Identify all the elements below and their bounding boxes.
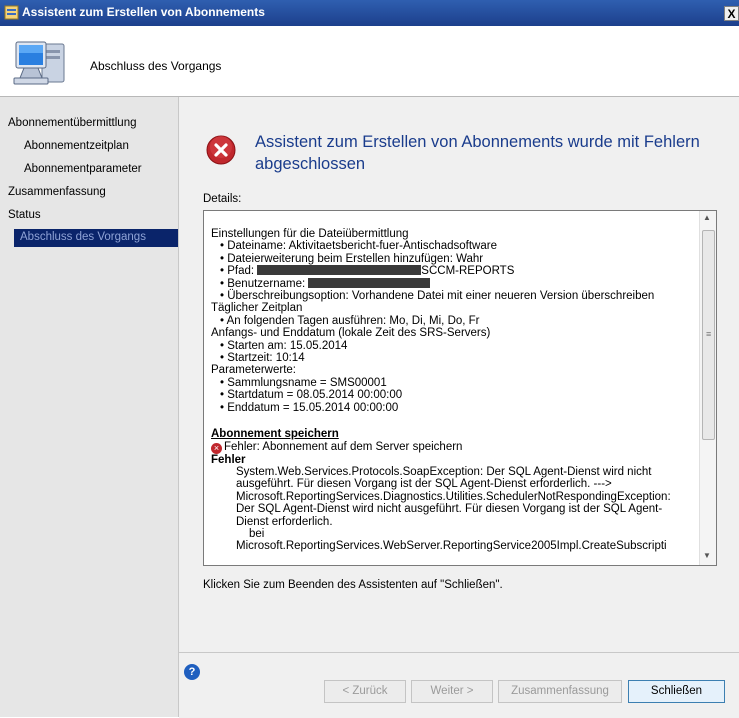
step-abonnementuebermittlung: Abonnementübermittlung (8, 117, 137, 129)
close-window-button[interactable]: X (724, 6, 739, 21)
scroll-up-icon[interactable]: ▲ (703, 213, 711, 222)
step-abonnementparameter: Abonnementparameter (24, 163, 142, 175)
back-button[interactable]: < Zurück (324, 680, 406, 703)
step-status: Status (8, 209, 41, 221)
details-line: Täglicher Zeitplan (211, 302, 303, 315)
close-icon: X (727, 7, 736, 21)
page-title: Abschluss des Vorgangs (90, 59, 222, 73)
error-small-icon: × (211, 442, 222, 454)
section-heading: Abonnement speichern (211, 428, 339, 441)
error-line-text: Fehler: Abonnement auf dem Server speich… (224, 440, 463, 453)
details-line: Einstellungen für die Dateiübermittlung (211, 228, 409, 240)
details-line: Anfangs- und Enddatum (lokale Zeit des S… (211, 327, 491, 340)
details-line: An folgenden Tagen ausführen: Mo, Di, Mi… (211, 315, 689, 327)
details-line-last: Microsoft.ReportingServices.WebServer.Re… (236, 540, 667, 553)
result-heading: Assistent zum Erstellen von Abonnements … (255, 133, 700, 173)
details-label: Details: (203, 193, 242, 205)
grip-icon: ≡ (706, 329, 712, 339)
fehler-label: Fehler (211, 453, 246, 466)
details-content: Einstellungen für die Dateiübermittlung … (211, 228, 689, 553)
details-line: Parameterwerte: (211, 364, 297, 377)
user-label: Benutzername: (227, 277, 306, 290)
step-abschluss-selected: Abschluss des Vorgangs (14, 229, 178, 247)
wizard-button-bar: ? < Zurück Weiter > Zusammenfassung Schl… (179, 652, 739, 718)
app-icon (4, 5, 19, 20)
computer-monitor-icon (13, 41, 65, 85)
details-line: Überschreibungsoption: Vorhandene Datei … (211, 290, 689, 302)
details-textbox[interactable]: Einstellungen für die Dateiübermittlung … (203, 210, 717, 566)
details-line: Starten am: 15.05.2014 (211, 340, 689, 352)
details-line: Startzeit: 10:14 (211, 352, 689, 364)
details-scrollbar[interactable]: ▲ ≡ ▼ (699, 211, 716, 565)
redacted-block (308, 277, 431, 288)
exception-text: System.Web.Services.Protocols.SoapExcept… (236, 465, 671, 528)
wizard-steps-sidebar: Abonnementübermittlung Abonnementzeitpla… (0, 97, 179, 717)
step-abschluss-label: Abschluss des Vorgangs (20, 231, 146, 243)
help-icon[interactable]: ? (184, 664, 200, 680)
details-line: Startdatum = 08.05.2014 00:00:00 (211, 389, 689, 401)
step-zusammenfassung: Zusammenfassung (8, 186, 106, 198)
step-abonnementzeitplan: Abonnementzeitplan (24, 140, 129, 152)
window-title: Assistent zum Erstellen von Abonnements (22, 5, 265, 19)
path-suffix: SCCM-REPORTS (421, 265, 515, 278)
scroll-thumb[interactable]: ≡ (702, 230, 715, 440)
error-icon (206, 135, 236, 165)
details-line: Sammlungsname = SMS00001 (211, 377, 689, 389)
next-button[interactable]: Weiter > (411, 680, 493, 703)
path-label: Pfad: (227, 265, 255, 278)
wizard-header: Abschluss des Vorgangs (0, 26, 739, 97)
summary-button[interactable]: Zusammenfassung (498, 680, 622, 703)
main-panel: Assistent zum Erstellen von Abonnements … (179, 97, 739, 652)
details-line: Dateierweiterung beim Erstellen hinzufüg… (211, 253, 689, 265)
window-titlebar: Assistent zum Erstellen von Abonnements … (0, 0, 739, 26)
scroll-down-icon[interactable]: ▼ (703, 551, 711, 560)
details-line: Enddatum = 15.05.2014 00:00:00 (211, 402, 689, 414)
details-line-user: • Benutzername: (211, 277, 689, 290)
bei-line: bei (249, 527, 265, 540)
redacted-block (257, 265, 422, 276)
close-button[interactable]: Schließen (628, 680, 725, 703)
details-line: Dateiname: Aktivitaetsbericht-fuer-Antis… (211, 240, 689, 252)
error-line: × Fehler: Abonnement auf dem Server speic… (211, 441, 689, 454)
finish-instruction: Klicken Sie zum Beenden des Assistenten … (203, 579, 503, 591)
details-line-path: • Pfad: SCCM-REPORTS (220, 265, 515, 278)
